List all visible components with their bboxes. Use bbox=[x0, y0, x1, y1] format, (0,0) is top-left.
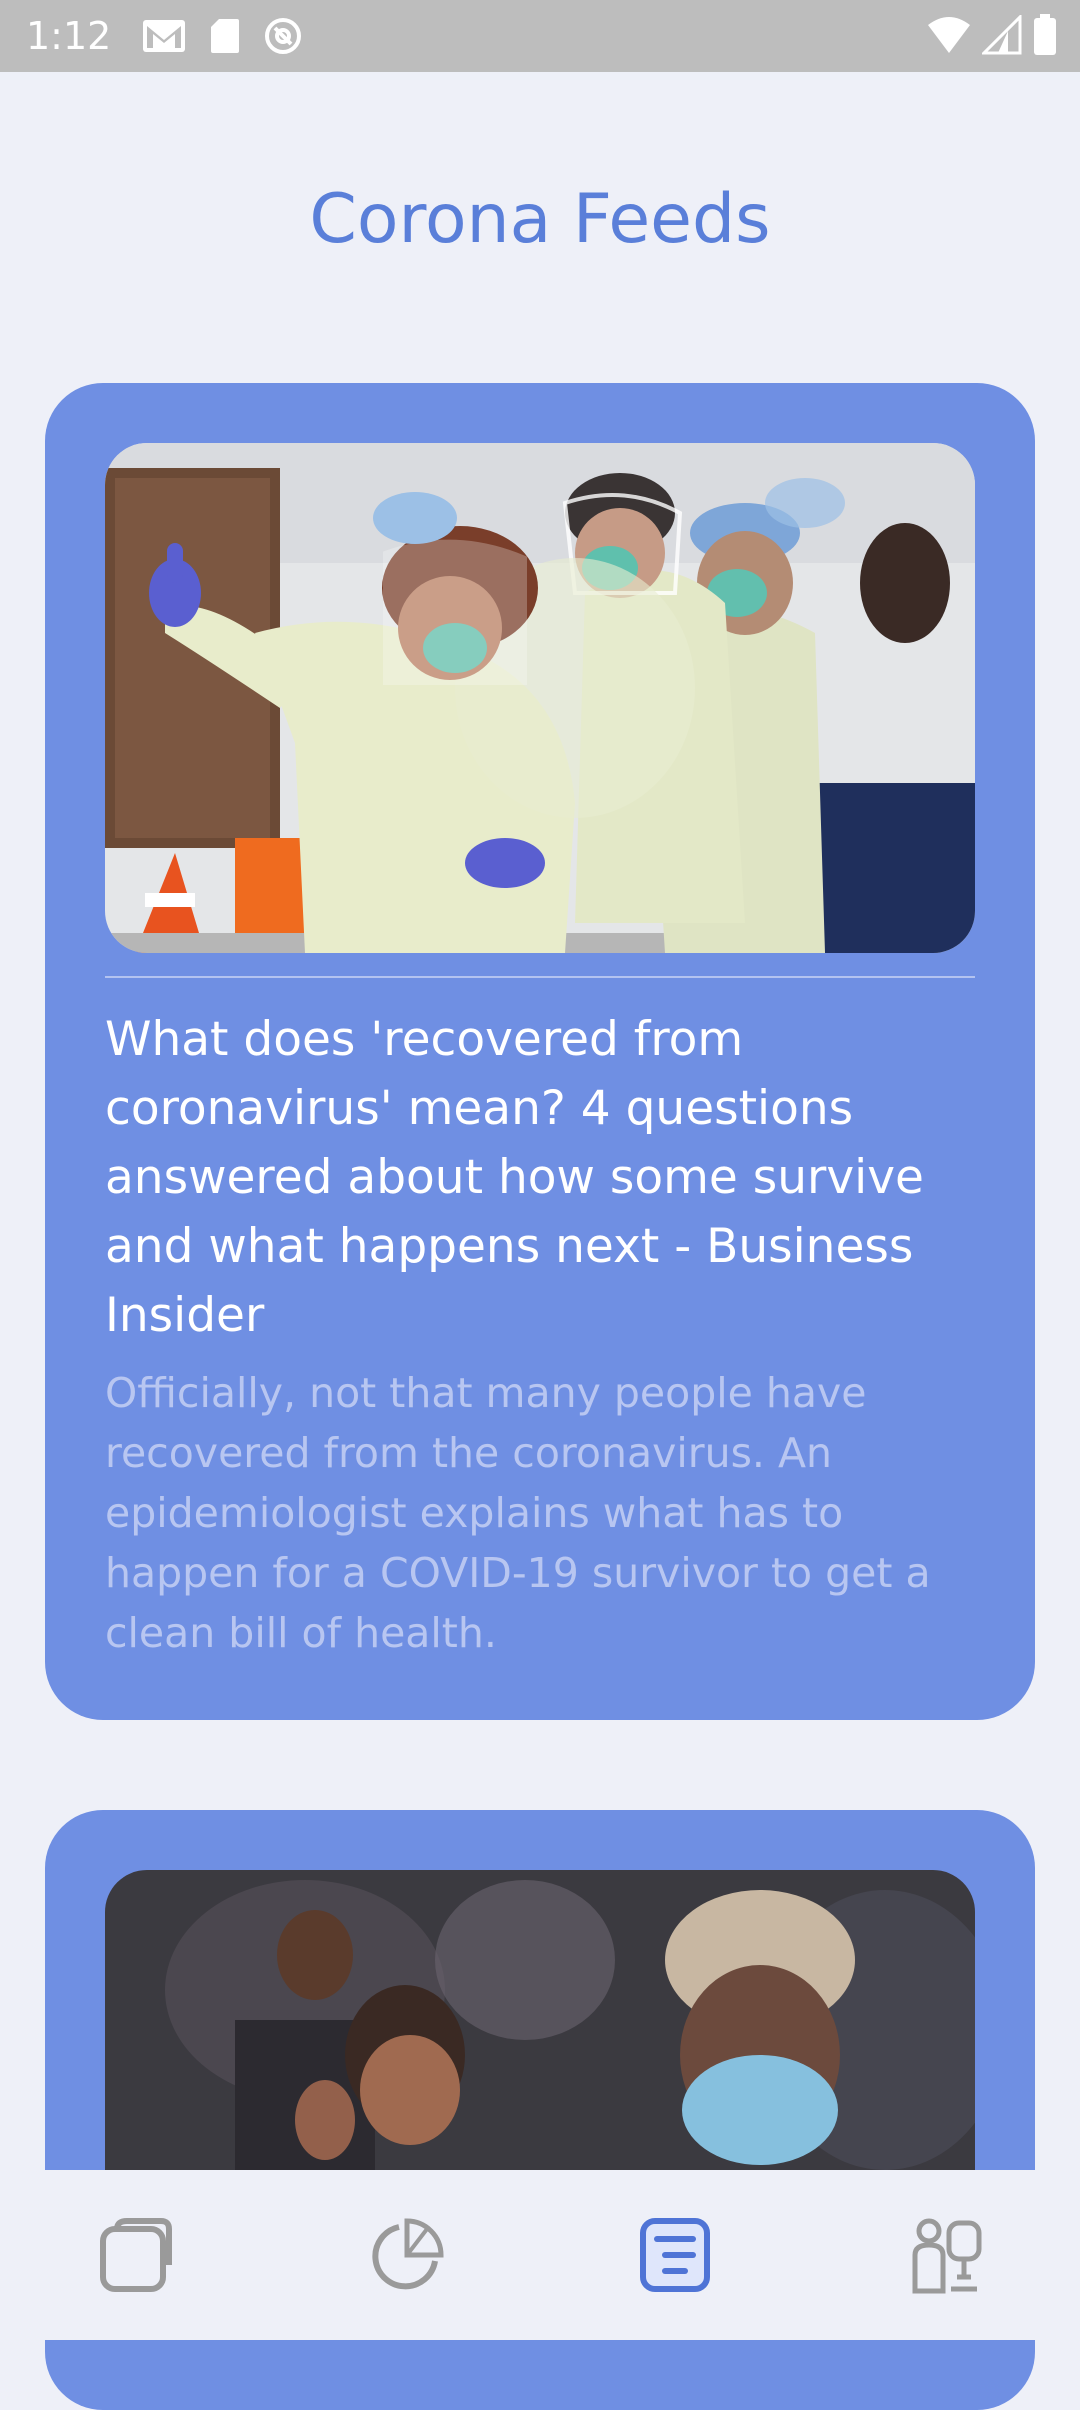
card-divider bbox=[105, 976, 975, 978]
pie-chart-icon bbox=[372, 2218, 444, 2290]
sync-icon bbox=[265, 18, 302, 54]
status-time: 1:12 bbox=[26, 14, 112, 58]
feed-list-icon bbox=[640, 2218, 710, 2292]
bottom-nav bbox=[0, 2170, 1080, 2340]
cards-icon bbox=[100, 2218, 172, 2292]
nav-doctor[interactable] bbox=[900, 2210, 990, 2300]
feed-image bbox=[105, 443, 975, 953]
nav-feeds[interactable] bbox=[630, 2210, 720, 2300]
sd-card-icon bbox=[211, 19, 240, 53]
cell-signal-icon bbox=[982, 15, 1022, 55]
feed-card[interactable]: What does 'recovered from coronavirus' m… bbox=[45, 383, 1035, 1720]
feed-title[interactable]: What does 'recovered from coronavirus' m… bbox=[105, 1005, 985, 1350]
doctor-icon bbox=[912, 2218, 982, 2294]
feed-description: Officially, not that many people have re… bbox=[105, 1369, 931, 1657]
page-title: Corona Feeds bbox=[309, 180, 771, 259]
status-bar: 1:12 bbox=[0, 0, 1080, 72]
nav-cards[interactable] bbox=[90, 2210, 180, 2300]
nav-stats[interactable] bbox=[360, 2210, 450, 2300]
wifi-icon bbox=[928, 17, 970, 53]
battery-icon bbox=[1034, 14, 1056, 55]
gmail-icon bbox=[143, 20, 186, 52]
